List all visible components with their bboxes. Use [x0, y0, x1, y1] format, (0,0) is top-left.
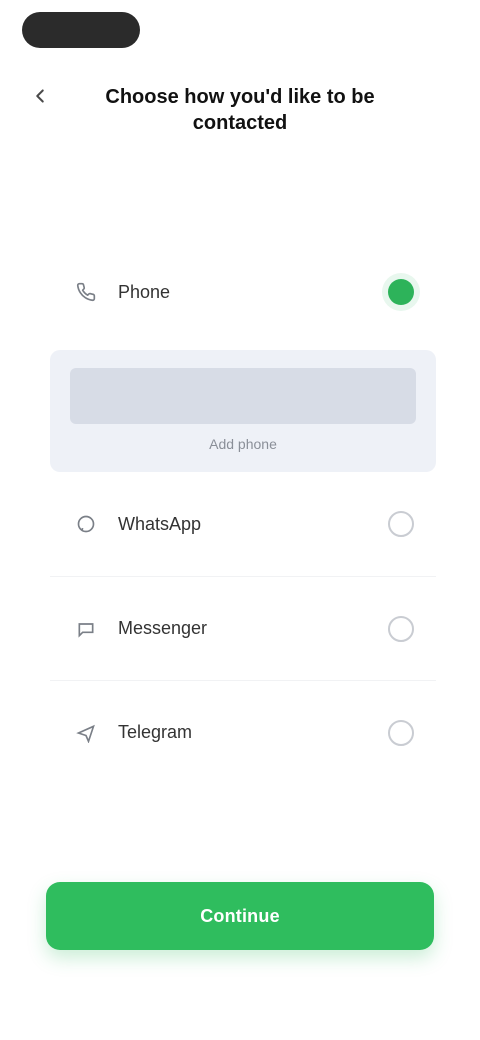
option-label: Phone: [118, 281, 171, 302]
option-messenger[interactable]: Messenger: [50, 576, 436, 680]
radio-unchecked[interactable]: [388, 719, 414, 746]
status-pill: [22, 12, 140, 48]
telegram-icon: [72, 719, 100, 747]
page-title: Choose how you'd like to be contacted: [105, 86, 375, 134]
messenger-icon: [72, 615, 100, 643]
back-arrow-icon[interactable]: [26, 82, 54, 110]
phone-icon: [72, 278, 100, 306]
continue-button[interactable]: Continue: [46, 882, 434, 950]
option-label: Telegram: [118, 722, 193, 742]
radio-unchecked[interactable]: [388, 511, 414, 537]
option-telegram[interactable]: Telegram: [50, 680, 436, 784]
option-whatsapp[interactable]: WhatsApp: [50, 472, 436, 576]
option-phone[interactable]: Phone: [50, 240, 436, 344]
radio-unchecked[interactable]: [388, 615, 414, 642]
phone-expanded-panel: Add phone: [50, 350, 436, 472]
whatsapp-icon: [72, 510, 100, 538]
option-label: WhatsApp: [118, 513, 202, 534]
phone-input[interactable]: [70, 368, 416, 424]
option-label: Messenger: [118, 618, 208, 638]
contact-options-list: Phone Add phone WhatsApp Messenger Teleg…: [50, 240, 436, 784]
phone-helper-text: Add phone: [209, 436, 277, 452]
radio-checked[interactable]: [388, 279, 414, 305]
